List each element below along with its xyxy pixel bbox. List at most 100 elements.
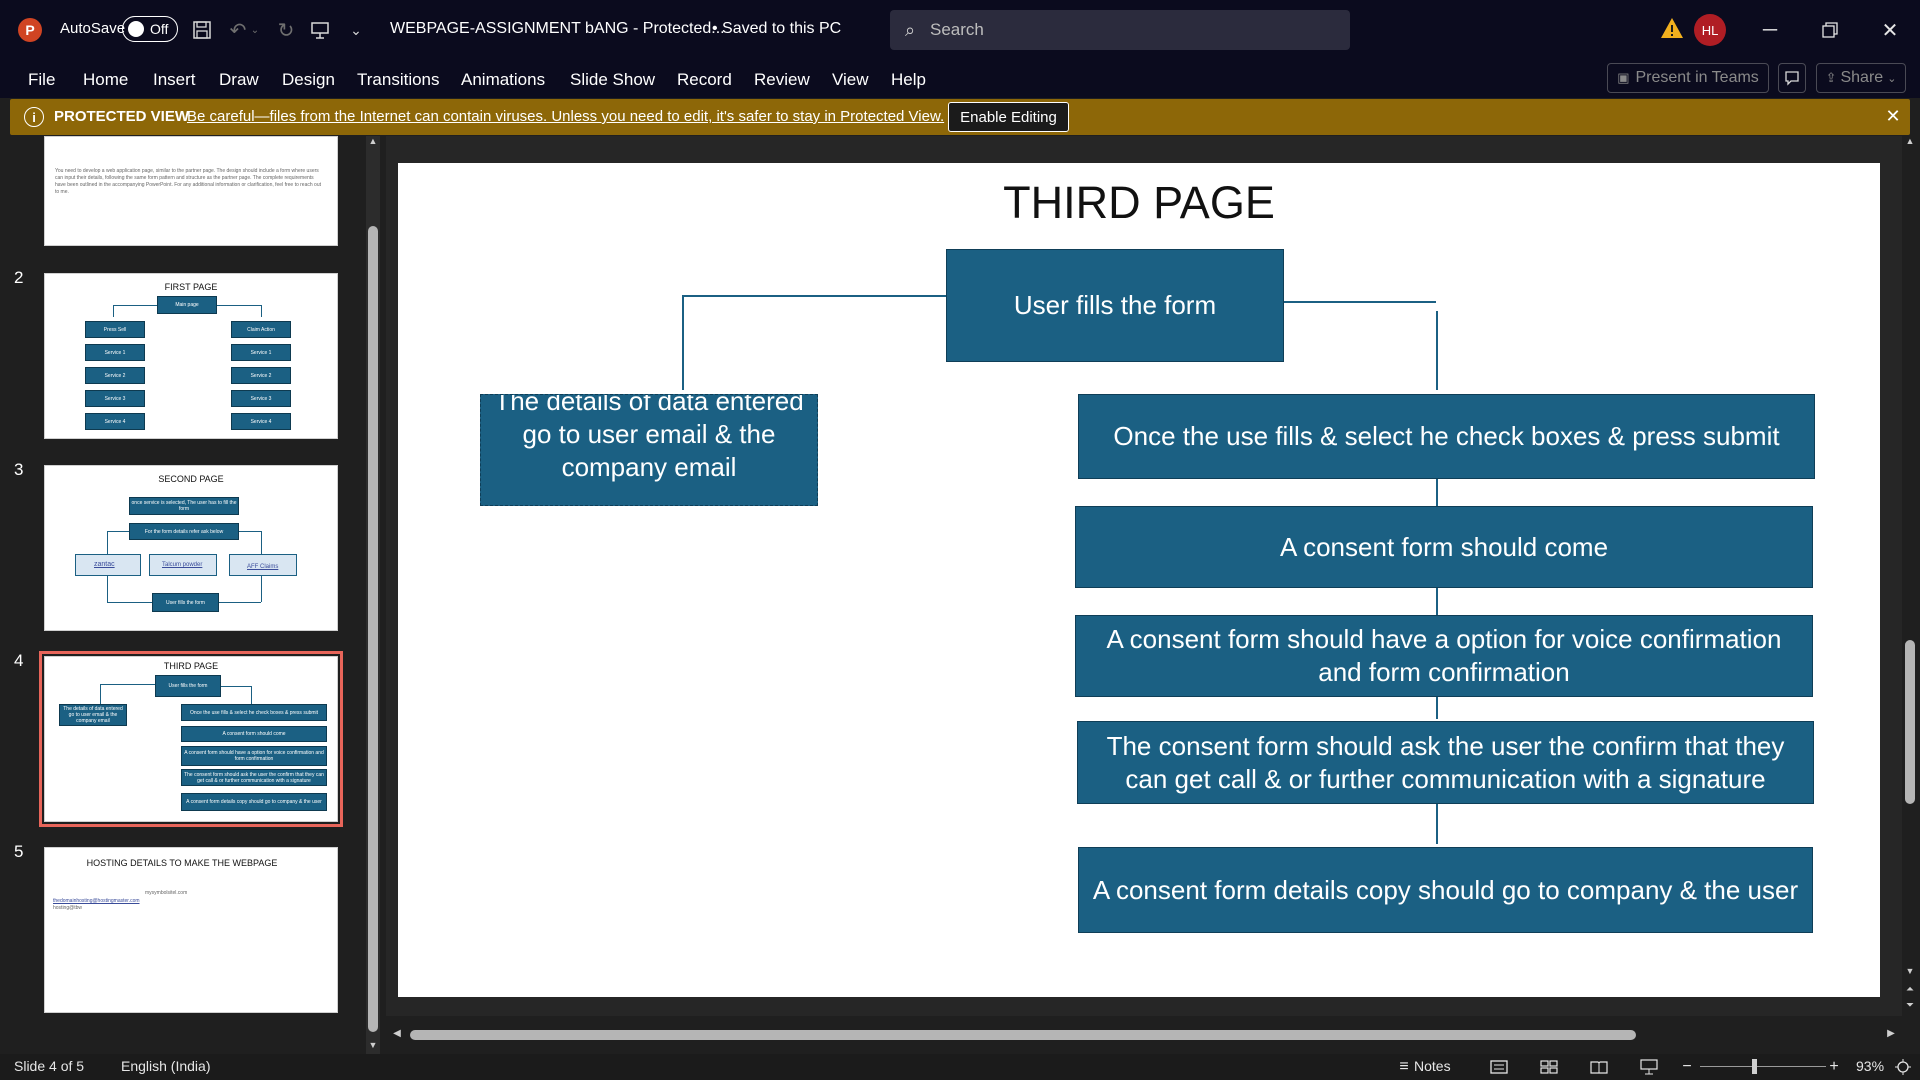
tab-view[interactable]: View	[832, 70, 869, 90]
thumb-box: Press Sell	[85, 321, 145, 338]
autosave-state: Off	[150, 21, 169, 37]
horizontal-scroll-thumb[interactable]	[410, 1030, 1636, 1040]
thumb-box: Service 3	[231, 390, 291, 407]
close-icon[interactable]: ✕	[1870, 12, 1910, 48]
protected-view-message-link[interactable]: Be careful—files from the Internet can c…	[187, 108, 944, 125]
thumbnail-scrollbar[interactable]: ▲ ▼	[366, 136, 380, 1054]
tab-home[interactable]: Home	[83, 70, 128, 90]
tab-record[interactable]: Record	[677, 70, 732, 90]
slide-thumbnail-2[interactable]: FIRST PAGE Main page Press Sell Service …	[44, 273, 338, 439]
thumb-box: A consent form should have a option for …	[181, 746, 327, 766]
slide-title[interactable]: THIRD PAGE	[398, 177, 1880, 229]
root-box-user-fills-form[interactable]: User fills the form	[946, 249, 1284, 362]
tab-design[interactable]: Design	[282, 70, 335, 90]
slide-scroll-thumb[interactable]	[1905, 640, 1915, 804]
step-box-press-submit[interactable]: Once the use fills & select he check box…	[1078, 394, 1815, 479]
undo-dropdown-icon[interactable]: ⌄	[248, 16, 262, 44]
step-box-copy-to-company[interactable]: A consent form details copy should go to…	[1078, 847, 1813, 933]
share-label: Share	[1840, 69, 1884, 86]
user-avatar[interactable]: HL	[1694, 14, 1726, 46]
close-icon[interactable]: ✕	[1882, 105, 1904, 127]
autosave-label: AutoSave	[60, 20, 126, 37]
next-slide-icon[interactable]: ⏷	[1904, 1000, 1916, 1014]
tab-help[interactable]: Help	[891, 70, 926, 90]
tab-review[interactable]: Review	[754, 70, 810, 90]
thumb-title: SECOND PAGE	[158, 474, 224, 484]
previous-slide-icon[interactable]: ⏶	[1904, 984, 1916, 998]
scroll-left-icon[interactable]: ◀	[390, 1028, 404, 1042]
left-box-details-to-email[interactable]: The details of data entered go to user e…	[480, 394, 818, 506]
zoom-level[interactable]: 93%	[1856, 1058, 1884, 1074]
zoom-slider[interactable]	[1700, 1066, 1826, 1067]
search-icon: ⌕	[904, 19, 916, 40]
redo-icon[interactable]: ↻	[272, 16, 300, 44]
thumb-link-box: zantac	[75, 554, 141, 576]
warning-icon[interactable]	[1660, 16, 1684, 40]
normal-view-icon[interactable]	[1488, 1057, 1510, 1077]
tab-animations[interactable]: Animations	[461, 70, 545, 90]
connector-line	[682, 295, 684, 390]
step-box-signature[interactable]: The consent form should ask the user the…	[1077, 721, 1814, 804]
slide-thumbnail-5[interactable]: HOSTING DETAILS TO MAKE THE WEBPAGE mysy…	[44, 847, 338, 1013]
tab-draw[interactable]: Draw	[219, 70, 259, 90]
slide-thumbnail-1[interactable]: You need to develop a web application pa…	[44, 136, 338, 246]
thumb-link: Talcum powder	[162, 562, 203, 568]
thumb-box: Service 2	[85, 367, 145, 384]
thumb-box: A consent form should come	[181, 726, 327, 742]
step-box-consent-form[interactable]: A consent form should come	[1075, 506, 1813, 588]
zoom-out-icon[interactable]: −	[1676, 1057, 1698, 1077]
thumb-title: HOSTING DETAILS TO MAKE THE WEBPAGE	[86, 858, 278, 868]
slide-4[interactable]: THIRD PAGE User fills the form The detai…	[398, 163, 1880, 997]
slide-horizontal-scrollbar[interactable]: ◀ ▶	[390, 1026, 1900, 1044]
restore-icon[interactable]	[1810, 12, 1850, 48]
enable-editing-button[interactable]: Enable Editing	[948, 102, 1069, 132]
tab-transitions[interactable]: Transitions	[357, 70, 440, 90]
reading-view-icon[interactable]	[1588, 1057, 1610, 1077]
connector-line	[692, 295, 946, 297]
scroll-up-icon[interactable]: ▲	[1904, 136, 1916, 148]
thumbnail-scroll-thumb[interactable]	[368, 226, 378, 1032]
present-in-teams-button[interactable]: ▣ Present in Teams	[1607, 63, 1769, 93]
tab-insert[interactable]: Insert	[153, 70, 196, 90]
thumb-box: User fills the form	[155, 675, 221, 697]
thumb-box: Service 1	[231, 344, 291, 361]
step-box-voice-confirmation[interactable]: A consent form should have a option for …	[1075, 615, 1813, 697]
thumb-title: FIRST PAGE	[164, 282, 218, 292]
zoom-slider-thumb[interactable]	[1752, 1059, 1757, 1074]
scroll-up-icon[interactable]: ▲	[367, 136, 379, 148]
connector-line	[1436, 697, 1438, 719]
autosave-toggle[interactable]: Off	[122, 16, 178, 42]
fit-slide-icon[interactable]	[1892, 1057, 1914, 1077]
scroll-down-icon[interactable]: ▼	[367, 1040, 379, 1052]
slide-show-icon[interactable]	[1638, 1057, 1660, 1077]
customize-toolbar-icon[interactable]: ⌄	[342, 16, 370, 44]
connector-line	[1436, 311, 1438, 390]
share-button[interactable]: ⇪ Share ⌄	[1816, 63, 1906, 93]
search-box[interactable]: ⌕ Search	[890, 10, 1350, 50]
slide-thumbnail-3[interactable]: SECOND PAGE once service is selected, Th…	[44, 465, 338, 631]
notes-button[interactable]: Notes	[1414, 1058, 1451, 1074]
tab-file[interactable]: File	[28, 70, 55, 90]
thumb-box: Service 4	[85, 413, 145, 430]
language-indicator[interactable]: English (India)	[121, 1058, 211, 1074]
comments-icon[interactable]	[1778, 63, 1806, 93]
slide-thumbnail-4[interactable]: THIRD PAGE User fills the form The detai…	[39, 651, 343, 827]
slide-counter: Slide 4 of 5	[14, 1058, 85, 1074]
minimize-icon[interactable]: ─	[1750, 12, 1790, 48]
save-icon[interactable]	[188, 16, 216, 44]
thumb-box: once service is selected, The user has t…	[129, 497, 239, 515]
toggle-knob	[128, 21, 144, 37]
notes-icon[interactable]: ≡	[1393, 1057, 1415, 1077]
slide-vertical-scrollbar[interactable]: ▲ ▼ ⏶ ⏷	[1900, 136, 1920, 1026]
slide-number: 2	[14, 268, 24, 287]
slide-sorter-icon[interactable]	[1538, 1057, 1560, 1077]
tab-slide-show[interactable]: Slide Show	[570, 70, 655, 90]
share-dropdown-icon: ⌄	[1887, 72, 1897, 85]
slide-number: 4	[14, 651, 24, 670]
document-title[interactable]: WEBPAGE-ASSIGNMENT bANG - Protected...	[390, 20, 725, 38]
scroll-right-icon[interactable]: ▶	[1884, 1028, 1898, 1042]
thumb-box: For the form details refer ask below	[129, 523, 239, 540]
zoom-in-icon[interactable]: +	[1823, 1057, 1845, 1077]
scroll-down-icon[interactable]: ▼	[1904, 966, 1916, 978]
present-from-start-icon[interactable]	[306, 16, 334, 44]
